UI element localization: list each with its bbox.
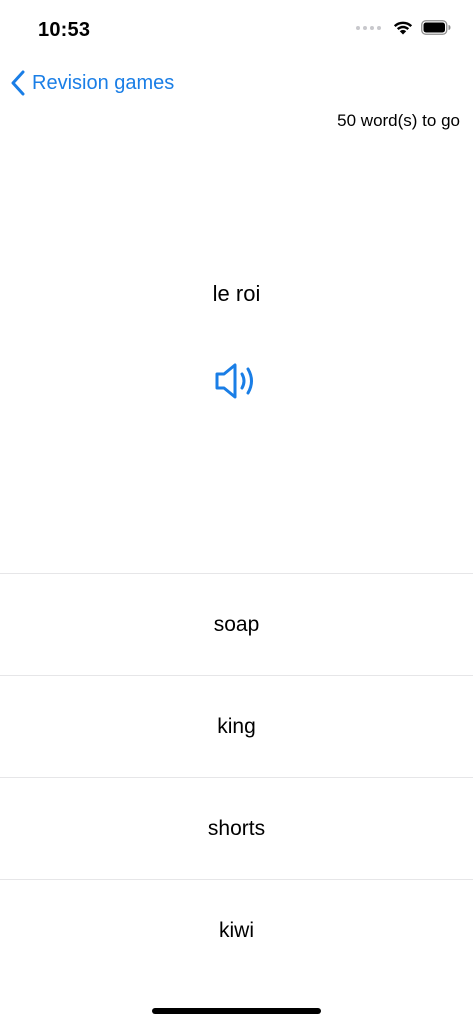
- chevron-left-icon: [11, 70, 25, 96]
- words-remaining-counter: 50 word(s) to go: [337, 111, 460, 130]
- play-audio-button[interactable]: [214, 361, 260, 401]
- cellular-signal-icon: [356, 25, 381, 30]
- status-icons: [356, 20, 451, 35]
- navigation-bar: Revision games: [0, 62, 473, 106]
- answer-option-shorts[interactable]: shorts: [0, 777, 473, 879]
- status-time: 10:53: [38, 19, 91, 41]
- answer-option-soap[interactable]: soap: [0, 573, 473, 675]
- back-button[interactable]: Revision games: [10, 70, 174, 96]
- status-bar: 10:53: [0, 0, 473, 56]
- battery-icon: [421, 20, 451, 35]
- wifi-icon: [393, 21, 413, 35]
- speaker-icon: [215, 363, 253, 399]
- answer-options: soap king shorts kiwi: [0, 573, 473, 981]
- answer-option-king[interactable]: king: [0, 675, 473, 777]
- home-indicator: [152, 1008, 321, 1014]
- answer-option-kiwi[interactable]: kiwi: [0, 879, 473, 981]
- back-button-label: Revision games: [32, 71, 175, 94]
- prompt-word: le roi: [212, 281, 261, 306]
